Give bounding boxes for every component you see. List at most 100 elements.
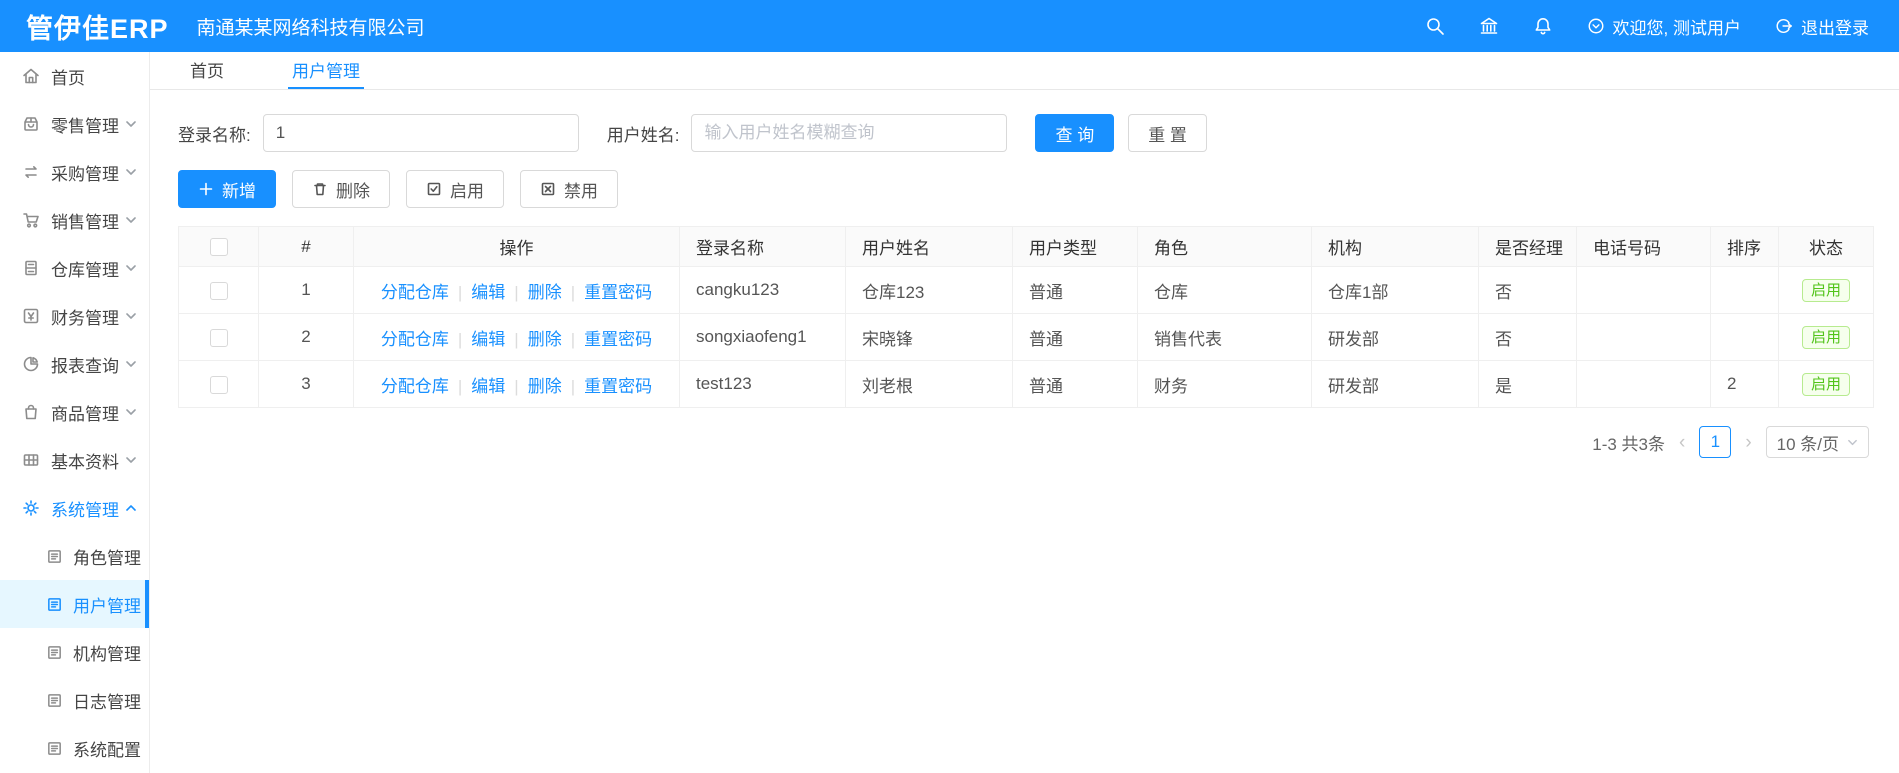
app-logo: 管伊佳ERP	[26, 13, 169, 44]
chevron-down-icon	[125, 358, 137, 370]
gear-icon	[22, 499, 40, 517]
user-name-label: 用户姓名:	[606, 125, 680, 145]
reset-password-link[interactable]: 重置密码	[584, 377, 652, 396]
sidebar-item-basic-data[interactable]: 基本资料	[0, 436, 149, 484]
status-badge: 启用	[1801, 325, 1850, 349]
row-org: 研发部	[1311, 360, 1479, 408]
row-operations: 分配仓库 | 编辑 | 删除 | 重置密码	[353, 266, 680, 314]
sidebar-item-finance[interactable]: 财务管理	[0, 292, 149, 340]
check-square-icon	[426, 181, 442, 197]
search-icon[interactable]	[1425, 16, 1445, 36]
assign-warehouse-link[interactable]: 分配仓库	[381, 283, 449, 302]
basic-grid-icon	[22, 451, 40, 469]
row-name: 宋晓锋	[845, 313, 1013, 361]
purchase-sync-icon	[22, 163, 40, 181]
welcome-text: 欢迎您, 测试用户	[1612, 18, 1741, 38]
user-name-input[interactable]	[691, 114, 1008, 152]
prev-page-button[interactable]: ‹	[1679, 433, 1685, 452]
reset-password-link[interactable]: 重置密码	[584, 283, 652, 302]
delete-link[interactable]: 删除	[528, 377, 562, 396]
sidebar-subitem-roles[interactable]: 角色管理	[0, 532, 149, 580]
report-pie-icon	[22, 355, 40, 373]
page-size-select[interactable]: 10 条/页	[1765, 426, 1869, 458]
edit-link[interactable]: 编辑	[471, 330, 505, 349]
row-manager: 是	[1478, 360, 1577, 408]
row-name: 仓库123	[845, 266, 1013, 314]
login-name-input[interactable]	[262, 114, 579, 152]
sidebar-item-home[interactable]: 首页	[0, 52, 149, 100]
tab-home[interactable]: 首页	[186, 52, 228, 89]
notification-bell-icon[interactable]	[1533, 16, 1553, 36]
document-icon	[46, 596, 63, 613]
sidebar-item-label: 零售管理	[51, 116, 119, 136]
goods-bag-icon	[22, 403, 40, 421]
user-menu[interactable]: 欢迎您, 测试用户	[1587, 14, 1741, 39]
pagination: 1-3 共3条 ‹ 1 › 10 条/页	[178, 426, 1873, 458]
row-login: test123	[679, 360, 846, 408]
sidebar-item-purchase[interactable]: 采购管理	[0, 148, 149, 196]
next-page-button[interactable]: ›	[1745, 433, 1751, 452]
warehouse-cabinet-icon	[22, 259, 40, 277]
sidebar-item-label: 仓库管理	[51, 260, 119, 280]
assign-warehouse-link[interactable]: 分配仓库	[381, 330, 449, 349]
sidebar-subitem-users[interactable]: 用户管理	[0, 580, 149, 628]
search-form: 登录名称: 用户姓名: 查 询 重 置	[178, 114, 1874, 152]
plus-icon	[198, 181, 214, 197]
edit-link[interactable]: 编辑	[471, 283, 505, 302]
col-name: 用户姓名	[845, 226, 1013, 267]
col-org: 机构	[1311, 226, 1479, 267]
sidebar-item-label: 财务管理	[51, 308, 119, 328]
assign-warehouse-link[interactable]: 分配仓库	[381, 377, 449, 396]
sidebar-item-reports[interactable]: 报表查询	[0, 340, 149, 388]
sidebar-subitem-label: 日志管理	[73, 692, 141, 712]
home-bank-icon[interactable]	[1479, 16, 1499, 36]
row-operations: 分配仓库 | 编辑 | 删除 | 重置密码	[353, 360, 680, 408]
tab-user-management[interactable]: 用户管理	[288, 52, 364, 89]
row-checkbox[interactable]	[209, 375, 228, 394]
sidebar-item-sales[interactable]: 销售管理	[0, 196, 149, 244]
sidebar-item-warehouse[interactable]: 仓库管理	[0, 244, 149, 292]
sidebar-subitem-logs[interactable]: 日志管理	[0, 676, 149, 724]
chevron-down-icon	[125, 214, 137, 226]
table-row: 1 分配仓库 | 编辑 | 删除 | 重置密码 cangku123 仓库123 普通 仓库 …	[178, 266, 1874, 314]
delete-button[interactable]: 删除	[292, 170, 390, 208]
sidebar-item-system[interactable]: 系统管理	[0, 484, 149, 532]
delete-link[interactable]: 删除	[528, 283, 562, 302]
document-icon	[46, 692, 63, 709]
sidebar-item-label: 首页	[51, 68, 85, 88]
add-button[interactable]: 新增	[178, 170, 276, 208]
enable-button[interactable]: 启用	[406, 170, 504, 208]
row-login: songxiaofeng1	[679, 313, 846, 361]
sidebar-item-retail[interactable]: 零售管理	[0, 100, 149, 148]
row-index: 2	[258, 313, 354, 361]
sidebar-subitem-config[interactable]: 系统配置	[0, 724, 149, 772]
chevron-down-icon	[125, 118, 137, 130]
edit-link[interactable]: 编辑	[471, 377, 505, 396]
row-operations: 分配仓库 | 编辑 | 删除 | 重置密码	[353, 313, 680, 361]
logout-button[interactable]: 退出登录	[1775, 14, 1869, 39]
query-button[interactable]: 查 询	[1035, 114, 1115, 152]
row-checkbox[interactable]	[209, 328, 228, 347]
reset-button[interactable]: 重 置	[1128, 114, 1207, 152]
reset-password-link[interactable]: 重置密码	[584, 330, 652, 349]
row-org: 研发部	[1311, 313, 1479, 361]
disable-button[interactable]: 禁用	[520, 170, 618, 208]
table-row: 3 分配仓库 | 编辑 | 删除 | 重置密码 test123 刘老根 普通 财务 研发部 …	[178, 360, 1874, 408]
select-all-checkbox[interactable]	[209, 238, 228, 257]
col-role: 角色	[1137, 226, 1312, 267]
sidebar-subitem-org[interactable]: 机构管理	[0, 628, 149, 676]
col-manager: 是否经理	[1478, 226, 1577, 267]
chevron-circle-icon	[1588, 18, 1604, 34]
chevron-down-icon	[125, 454, 137, 466]
sidebar-subitem-label: 机构管理	[73, 644, 141, 664]
chevron-down-icon	[125, 166, 137, 178]
chevron-up-icon	[125, 502, 137, 514]
sidebar-item-label: 基本资料	[51, 452, 119, 472]
delete-link[interactable]: 删除	[528, 330, 562, 349]
current-page-button[interactable]: 1	[1699, 426, 1732, 458]
sidebar-item-goods[interactable]: 商品管理	[0, 388, 149, 436]
row-checkbox[interactable]	[209, 281, 228, 300]
row-sort	[1710, 313, 1779, 361]
row-phone	[1576, 266, 1711, 314]
logout-icon	[1776, 18, 1792, 34]
